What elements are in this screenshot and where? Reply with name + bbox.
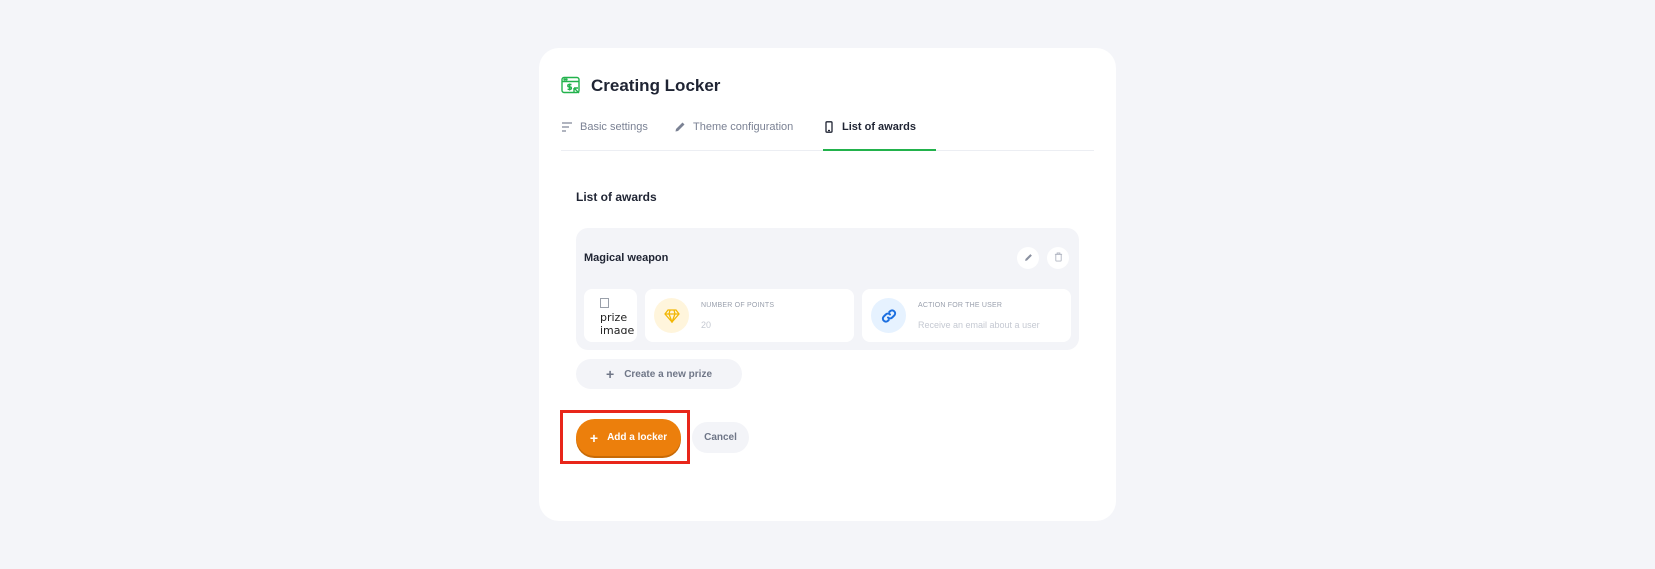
cancel-button[interactable]: Cancel (692, 422, 749, 453)
prize-image: prize image (584, 289, 637, 342)
points-value: 20 (701, 320, 712, 330)
prize-card: Magical weapon prize image NUMBER OF POI… (576, 228, 1079, 350)
create-new-prize-button[interactable]: + Create a new prize (576, 359, 742, 389)
creating-locker-card: Creating Locker Basic settings Theme con… (539, 48, 1116, 521)
add-locker-highlight (560, 410, 690, 464)
awards-section-title: List of awards (576, 190, 657, 204)
pencil-icon (1024, 249, 1033, 267)
trash-icon (1054, 249, 1063, 267)
tab-theme-configuration[interactable]: Theme configuration (674, 121, 793, 150)
page-header: Creating Locker (561, 76, 720, 96)
edit-prize-button[interactable] (1017, 247, 1039, 269)
plus-icon: + (606, 366, 615, 382)
tab-basic-settings[interactable]: Basic settings (561, 121, 648, 150)
broken-image-icon (600, 298, 609, 308)
prize-image-alt: prize image (600, 298, 634, 334)
page-title: Creating Locker (591, 76, 721, 95)
link-icon (871, 298, 906, 333)
points-tile: NUMBER OF POINTS 20 (645, 289, 854, 342)
cancel-label: Cancel (704, 432, 737, 443)
action-label: ACTION FOR THE USER (918, 302, 1003, 309)
points-label: NUMBER OF POINTS (701, 302, 775, 309)
action-value: Receive an email about a user (918, 320, 1040, 330)
tab-list-of-awards[interactable]: List of awards (823, 121, 916, 150)
prize-name: Magical weapon (584, 252, 669, 264)
action-tile: ACTION FOR THE USER Receive an email abo… (862, 289, 1071, 342)
tab-label: List of awards (842, 121, 916, 133)
tab-bar: Basic settings Theme configuration List … (561, 121, 1094, 151)
tab-label: Basic settings (580, 121, 648, 133)
pencil-icon (674, 121, 686, 133)
create-prize-label: Create a new prize (624, 368, 712, 380)
active-tab-indicator (823, 149, 936, 151)
diamond-icon (654, 298, 689, 333)
phone-icon (823, 121, 835, 133)
sort-lines-icon (561, 121, 573, 133)
browser-dollar-icon (561, 76, 581, 96)
tab-label: Theme configuration (693, 121, 794, 133)
delete-prize-button[interactable] (1047, 247, 1069, 269)
